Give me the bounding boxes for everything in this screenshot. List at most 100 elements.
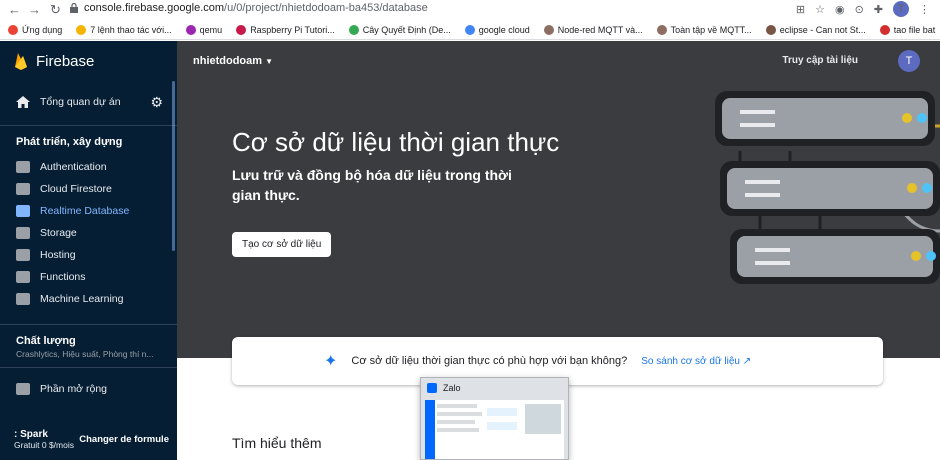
- bookmark-item[interactable]: Node-red MQTT và...: [543, 25, 643, 35]
- bookmark-item[interactable]: tao file bat: [879, 25, 936, 35]
- lock-icon: [70, 3, 78, 13]
- sidebar-item-label: Realtime Database: [40, 205, 130, 217]
- zalo-preview: [425, 400, 564, 459]
- bookmark-favicon-icon: [348, 25, 359, 35]
- bookmark-item[interactable]: google cloud: [464, 25, 530, 35]
- divider: [0, 324, 177, 325]
- firestore-icon: [16, 183, 30, 195]
- sidebar-item-cloud-firestore[interactable]: Cloud Firestore: [0, 178, 177, 200]
- browser-chrome: ← → ↻ console.firebase.google.com/u/0/pr…: [0, 0, 940, 40]
- zalo-image: [525, 404, 561, 434]
- sidebar-item-label: Hosting: [40, 249, 76, 261]
- develop-items: Authentication Cloud Firestore Realtime Da…: [0, 156, 177, 310]
- puzzle-icon[interactable]: ✚: [874, 3, 883, 16]
- project-name: nhietdodoam: [193, 55, 263, 67]
- external-link-icon: ↗: [742, 355, 752, 367]
- bookmark-favicon-icon: [76, 25, 87, 35]
- bookmark-item[interactable]: qemu: [185, 25, 223, 35]
- sidebar-item-functions[interactable]: Functions: [0, 266, 177, 288]
- zalo-window-thumbnail[interactable]: Zalo: [420, 377, 569, 460]
- zalo-bubble: [487, 422, 517, 430]
- zalo-bubble: [487, 408, 517, 416]
- bookmark-label: google cloud: [478, 25, 530, 35]
- change-plan-button[interactable]: Changer de formule: [79, 434, 169, 445]
- bookmark-label: Cây Quyết Định (De...: [362, 25, 451, 35]
- sidebar-item-label: Tổng quan dự án: [40, 96, 121, 108]
- bookmark-item[interactable]: Cây Quyết Định (De...: [348, 25, 451, 35]
- plan-info: : Spark Gratuit 0 $/mois: [14, 429, 74, 450]
- address-bar-row: ← → ↻ console.firebase.google.com/u/0/pr…: [0, 0, 940, 18]
- back-icon[interactable]: ←: [8, 2, 21, 17]
- sidebar-scrollbar[interactable]: [172, 81, 175, 251]
- sidebar-item-realtime-database[interactable]: Realtime Database: [0, 200, 177, 222]
- server-2: [720, 161, 940, 216]
- bookmark-item[interactable]: 7 lệnh thao tác với...: [76, 25, 172, 35]
- reload-icon[interactable]: ↻: [50, 2, 61, 18]
- database-servers-illustration: [715, 91, 940, 284]
- sidebar-item-storage[interactable]: Storage: [0, 222, 177, 244]
- hosting-icon: [16, 249, 30, 261]
- translate-icon[interactable]: ⊞: [796, 3, 805, 16]
- bookmark-item[interactable]: Ứng dụng: [8, 25, 62, 35]
- bookmark-item[interactable]: Toàn tập về MQTT...: [656, 25, 752, 35]
- star-icon[interactable]: ☆: [815, 3, 825, 16]
- bookmark-favicon-icon: [879, 25, 890, 35]
- bookmarks-bar: Ứng dụng 7 lệnh thao tác với... qemu Raspbe…: [8, 22, 940, 38]
- home-icon: [16, 96, 30, 108]
- sidebar: Firebase Tổng quan dự án ⚙ Phát triển, x…: [0, 41, 177, 460]
- zalo-line: [437, 404, 477, 408]
- forward-icon[interactable]: →: [28, 2, 41, 17]
- profile-avatar[interactable]: T: [893, 1, 909, 17]
- zalo-title: Zalo: [443, 383, 461, 393]
- functions-icon: [16, 271, 30, 283]
- sidebar-item-overview[interactable]: Tổng quan dự án ⚙: [0, 87, 177, 117]
- url-field[interactable]: console.firebase.google.com/u/0/project/…: [84, 2, 428, 14]
- docs-link[interactable]: Truy cập tài liệu: [782, 55, 858, 66]
- sidebar-item-label: Cloud Firestore: [40, 183, 112, 195]
- compare-databases-link[interactable]: So sánh cơ sở dữ liệu ↗: [641, 356, 751, 367]
- create-database-button[interactable]: Tạo cơ sở dữ liệu: [232, 232, 332, 257]
- people-icon: [16, 161, 30, 173]
- sidebar-item-label: Functions: [40, 271, 86, 283]
- user-avatar[interactable]: T: [898, 50, 920, 72]
- zalo-line: [437, 428, 479, 432]
- menu-icon[interactable]: ⋮: [919, 3, 930, 16]
- firebase-flame-icon: [15, 53, 27, 70]
- extensions-icon: [16, 383, 30, 395]
- page-subtitle: Lưu trữ và đồng bộ hóa dữ liệu trong thờ…: [232, 167, 512, 203]
- compare-question: Cơ sở dữ liệu thời gian thực có phù hợp …: [351, 355, 628, 367]
- zalo-line: [437, 420, 475, 424]
- bookmark-item[interactable]: Raspberry Pi Tutori...: [236, 25, 335, 35]
- zalo-line: [437, 412, 482, 416]
- sidebar-item-authentication[interactable]: Authentication: [0, 156, 177, 178]
- sidebar-item-hosting[interactable]: Hosting: [0, 244, 177, 266]
- sidebar-item-extensions[interactable]: Phần mở rộng: [0, 376, 177, 402]
- bookmark-label: qemu: [199, 25, 223, 35]
- bookmark-item[interactable]: eclipse - Can not St...: [765, 25, 866, 35]
- hero-banner: nhietdodoam ▼ Truy cập tài liệu T Cơ sở …: [177, 41, 940, 358]
- bookmark-label: tao file bat: [893, 25, 936, 35]
- caret-down-icon: ▼: [265, 57, 274, 66]
- plan-name: : Spark: [14, 429, 48, 440]
- zalo-titlebar: Zalo: [421, 378, 568, 398]
- project-selector[interactable]: nhietdodoam ▼: [193, 55, 273, 67]
- bookmark-label: 7 lệnh thao tác với...: [90, 25, 172, 35]
- section-heading-quality[interactable]: Chất lượng: [0, 335, 177, 347]
- divider: [0, 125, 177, 126]
- plan-panel: : Spark Gratuit 0 $/mois Changer de form…: [0, 429, 177, 450]
- sidebar-item-label: Authentication: [40, 161, 107, 173]
- sidebar-item-label: Storage: [40, 227, 77, 239]
- storage-icon: [16, 227, 30, 239]
- server-1: [715, 91, 935, 146]
- extension-icon[interactable]: ⊙: [855, 3, 864, 16]
- sidebar-item-machine-learning[interactable]: Machine Learning: [0, 288, 177, 310]
- plan-price: Gratuit 0 $/mois: [14, 440, 74, 450]
- bookmark-favicon-icon: [464, 25, 475, 35]
- firebase-brand[interactable]: Firebase: [0, 41, 177, 81]
- settings-gear-icon[interactable]: ⚙: [150, 94, 163, 111]
- divider: [0, 367, 177, 368]
- database-icon: [16, 205, 30, 217]
- extension-icon[interactable]: ◉: [835, 3, 845, 16]
- learn-more-heading: Tìm hiểu thêm: [232, 435, 322, 451]
- compare-link-label: So sánh cơ sở dữ liệu: [641, 355, 740, 367]
